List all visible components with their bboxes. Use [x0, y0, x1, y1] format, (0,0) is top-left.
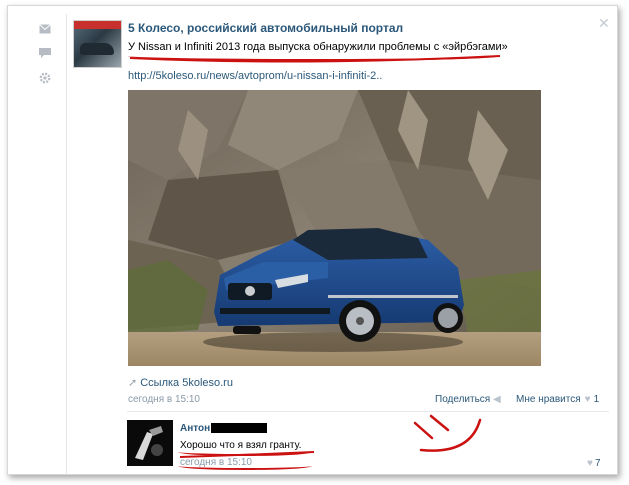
- red-underline-date: [178, 462, 312, 470]
- share-button[interactable]: Поделиться ◀: [435, 394, 501, 405]
- redaction-bar: [211, 423, 267, 433]
- like-count: 1: [593, 394, 600, 405]
- heart-icon: ♥: [587, 458, 593, 469]
- post-link-url[interactable]: http://5koleso.ru/news/avtoprom/u-nissan…: [128, 70, 382, 82]
- red-underline-comment: [178, 448, 312, 456]
- like-label: Мне нравится: [516, 394, 581, 405]
- share-label: Поделиться: [435, 394, 491, 405]
- author-avatar[interactable]: [73, 20, 122, 68]
- avatar-car-graphic: [80, 43, 114, 55]
- red-underline-title: [128, 51, 500, 61]
- left-rail: [26, 14, 67, 474]
- post-photo[interactable]: [128, 90, 541, 366]
- gear-icon[interactable]: [39, 72, 51, 84]
- comment-avatar[interactable]: [127, 420, 173, 466]
- source-link[interactable]: ➚ Ссылка 5koleso.ru: [128, 376, 233, 389]
- comment-like-count: 7: [594, 458, 601, 469]
- comment-icon[interactable]: [39, 48, 51, 58]
- mail-icon[interactable]: [39, 24, 51, 34]
- avatar-band: [74, 21, 121, 29]
- megaphone-icon: ◀: [493, 394, 501, 405]
- like-button[interactable]: Мне нравится ♥ 1: [516, 394, 599, 405]
- close-icon[interactable]: ✕: [598, 16, 610, 30]
- source-link-label: Ссылка 5koleso.ru: [140, 377, 233, 389]
- comment-like-button[interactable]: ♥ 7: [587, 458, 601, 469]
- post-date[interactable]: сегодня в 15:10: [128, 394, 200, 405]
- comment-divider: [127, 411, 609, 412]
- arrow-icon: ➚: [128, 377, 138, 389]
- comment-author[interactable]: Антон: [180, 423, 210, 434]
- post-author[interactable]: 5 Колесо, российский автомобильный порта…: [128, 21, 403, 35]
- heart-icon: ♥: [584, 394, 591, 405]
